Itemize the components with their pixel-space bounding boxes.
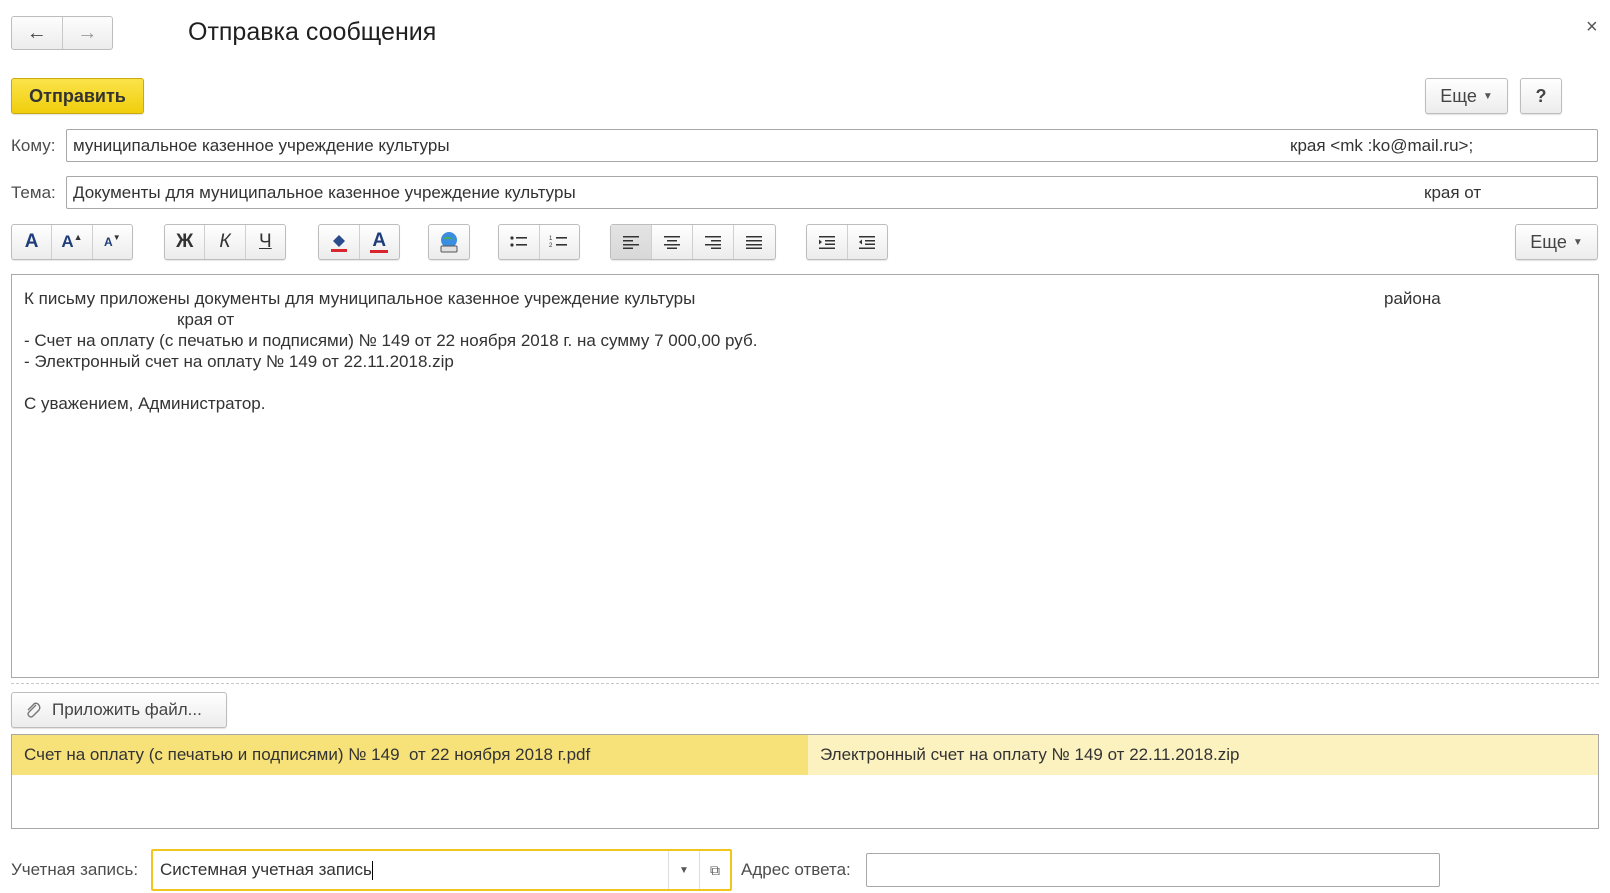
format-more-button[interactable]: Еще ▼: [1515, 224, 1598, 260]
reply-address-field[interactable]: [866, 853, 1440, 887]
chevron-down-icon: ▼: [1482, 90, 1493, 102]
more-label: Еще: [1440, 85, 1477, 106]
font-group: A A ▲ A ▼: [11, 224, 133, 260]
divider: [11, 683, 1599, 684]
send-button[interactable]: Отправить: [11, 78, 144, 114]
message-body-editor[interactable]: К письму приложены документы для муницип…: [11, 274, 1599, 678]
indent-increase-icon: [818, 236, 835, 249]
align-justify-icon: [746, 236, 762, 249]
attach-file-button[interactable]: Приложить файл...: [11, 692, 227, 728]
subject-value-tail: края от: [1424, 182, 1482, 202]
style-group: Ж К Ч: [164, 224, 286, 260]
bullet-list-icon: [510, 236, 527, 247]
account-label: Учетная запись:: [11, 860, 139, 879]
page-title: Отправка сообщения: [188, 18, 437, 46]
chevron-down-icon: ▼: [1572, 236, 1583, 248]
close-icon[interactable]: ×: [1586, 16, 1598, 39]
reply-address-label: Адрес ответа:: [741, 860, 851, 879]
attach-file-label: Приложить файл...: [52, 700, 202, 719]
more-menu-button[interactable]: Еще ▼: [1425, 78, 1508, 114]
bullet-list-button[interactable]: [499, 225, 539, 259]
align-center-button[interactable]: [651, 225, 692, 259]
account-value-wrap: Системная учетная запись: [153, 860, 668, 880]
font-button[interactable]: A: [12, 225, 51, 259]
body-line-2: края от: [177, 310, 235, 329]
attachment-item[interactable]: Электронный счет на оплату № 149 от 22.1…: [808, 735, 1598, 775]
text-color-button[interactable]: A: [358, 225, 400, 259]
format-more-label: Еще: [1530, 231, 1567, 252]
color-group: A: [318, 224, 400, 260]
align-justify-button[interactable]: [733, 225, 774, 259]
paint-bucket-icon: [330, 235, 347, 252]
open-icon[interactable]: ⧉: [699, 851, 730, 889]
numbered-list-icon: 1 2: [549, 236, 568, 249]
subject-field[interactable]: Документы для муниципальное казенное учр…: [66, 176, 1598, 209]
align-right-button[interactable]: [692, 225, 733, 259]
image-group: [428, 224, 470, 260]
svg-text:1: 1: [549, 236, 553, 242]
to-value: муниципальное казенное учреждение культу…: [73, 135, 450, 155]
indent-group: [806, 224, 888, 260]
body-line-3: - Счет на оплату (с печатью и подписями)…: [24, 331, 758, 350]
indent-decrease-button[interactable]: [846, 225, 888, 259]
forward-arrow-icon[interactable]: →: [61, 17, 113, 49]
picture-globe-icon: [440, 232, 458, 253]
insert-picture-button[interactable]: [429, 225, 469, 259]
history-nav: ← →: [11, 16, 113, 50]
body-line-1-tail: района: [1384, 289, 1441, 308]
subject-label: Тема:: [11, 183, 56, 202]
font-smaller-button[interactable]: A ▼: [91, 225, 132, 259]
background-color-button[interactable]: [319, 225, 359, 259]
list-group: 1 2: [498, 224, 580, 260]
indent-decrease-icon: [859, 236, 876, 249]
attachments-list: Счет на оплату (с печатью и подписями) №…: [11, 734, 1599, 829]
body-line-5: С уважением, Администратор.: [24, 394, 266, 413]
attachment-item[interactable]: Счет на оплату (с печатью и подписями) №…: [12, 735, 808, 775]
body-line-1: К письму приложены документы для муницип…: [24, 289, 696, 308]
account-select[interactable]: Системная учетная запись ▼ ⧉: [151, 849, 732, 891]
paperclip-icon: [27, 702, 41, 718]
body-line-4: - Электронный счет на оплату № 149 от 22…: [24, 352, 454, 371]
numbered-list-button[interactable]: 1 2: [538, 225, 580, 259]
to-field[interactable]: муниципальное казенное учреждение культу…: [66, 129, 1598, 162]
to-value-tail: края <mk :ko@mail.ru>;: [1290, 135, 1474, 155]
underline-button[interactable]: Ч: [244, 225, 285, 259]
back-arrow-icon[interactable]: ←: [12, 17, 62, 49]
bold-button[interactable]: Ж: [165, 225, 204, 259]
font-bigger-button[interactable]: A ▲: [51, 225, 91, 259]
to-label: Кому:: [11, 136, 56, 155]
help-button[interactable]: ?: [1520, 78, 1562, 114]
color-underline: [370, 249, 389, 253]
align-center-icon: [664, 236, 680, 249]
align-right-icon: [705, 236, 721, 249]
align-left-button[interactable]: [611, 225, 651, 259]
italic-button[interactable]: К: [204, 225, 244, 259]
chevron-down-icon[interactable]: ▼: [668, 851, 699, 889]
subject-value: Документы для муниципальное казенное учр…: [73, 182, 576, 202]
text-cursor: [371, 861, 373, 880]
align-group: [610, 224, 776, 260]
align-left-icon: [623, 236, 639, 249]
svg-text:2: 2: [549, 243, 553, 249]
account-value: Системная учетная запись: [160, 859, 372, 879]
indent-increase-button[interactable]: [807, 225, 847, 259]
